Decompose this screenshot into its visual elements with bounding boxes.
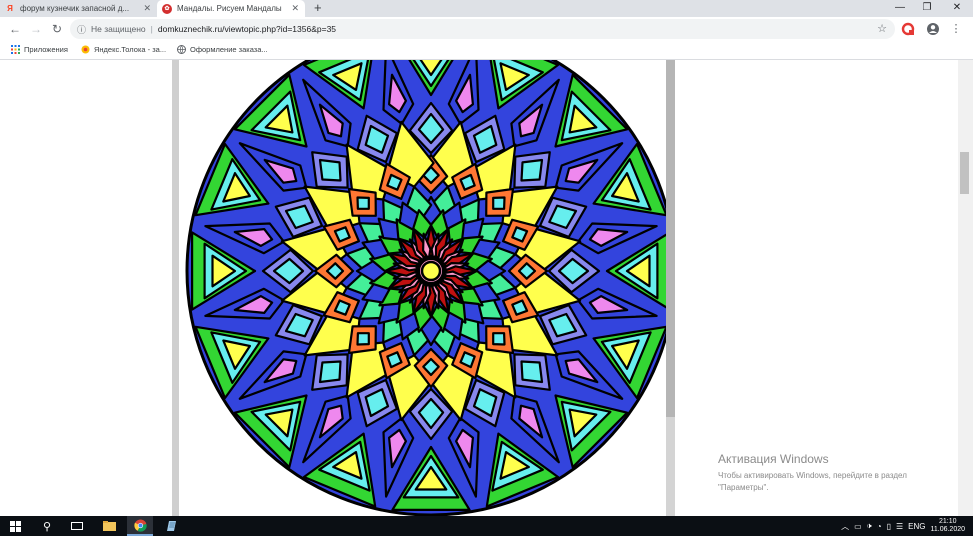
apps-icon: [11, 45, 20, 54]
orange-diamond-core: [356, 332, 370, 346]
cyan-square: [520, 158, 544, 182]
app-icon[interactable]: [159, 516, 185, 536]
center-dot: [420, 260, 442, 282]
windows-activation-watermark: Активация Windows Чтобы активировать Win…: [718, 452, 907, 494]
chevron-up-icon[interactable]: ︿: [841, 521, 849, 532]
content-border-left: [172, 60, 179, 516]
activation-line-1: Чтобы активировать Windows, перейдите в …: [718, 471, 907, 480]
url-text[interactable]: domkuznechik.ru/viewtopic.php?id=1356&p=…: [158, 24, 336, 34]
notification-icon[interactable]: ☰: [896, 522, 903, 531]
bookmark-label: Приложения: [24, 45, 68, 54]
tab-mandala[interactable]: ✿ Мандалы. Рисуем Мандалы ✕: [157, 0, 305, 17]
volume-icon[interactable]: 🕩: [867, 521, 872, 531]
page-scrollbar[interactable]: [958, 60, 973, 516]
toloka-icon: [81, 45, 90, 54]
clock[interactable]: 21:10 11.06.2020: [930, 518, 965, 534]
network-icon[interactable]: ▭: [854, 522, 862, 531]
security-label: Не защищено: [91, 24, 146, 34]
cyan-square: [520, 360, 544, 384]
address-bar[interactable]: ⓘ Не защищено | domkuznechik.ru/viewtopi…: [70, 19, 895, 39]
new-tab-button[interactable]: +: [314, 0, 322, 17]
orange-diamond-core: [356, 196, 370, 210]
content-border-right: [666, 60, 675, 516]
content-scroll-thumb: [666, 60, 675, 417]
orange-diamond-core: [492, 196, 506, 210]
orange-diamond-core: [492, 332, 506, 346]
bookmark-apps[interactable]: Приложения: [11, 45, 68, 54]
file-explorer-icon[interactable]: [96, 516, 122, 536]
minimize-button[interactable]: —: [885, 0, 915, 17]
globe-icon: [177, 45, 186, 54]
activation-line-2: "Параметры".: [718, 483, 769, 492]
star-icon[interactable]: ☆: [877, 22, 887, 35]
tab-strip: Я форум кузнечик запасной д... ✕ ✿ Манда…: [0, 0, 973, 17]
site-icon: ✿: [162, 3, 172, 14]
page-content: Активация Windows Чтобы активировать Win…: [0, 60, 973, 516]
mandala-drawing: [185, 60, 666, 516]
clock-time: 21:10: [938, 518, 957, 525]
info-icon[interactable]: ⓘ: [77, 23, 86, 36]
bookmarks-bar: Приложения Яндекс.Толока - за... Оформле…: [0, 42, 973, 60]
tab-forum[interactable]: Я форум кузнечик запасной д... ✕: [0, 0, 157, 17]
forward-button[interactable]: →: [28, 21, 44, 37]
maximize-button[interactable]: ❐: [912, 0, 942, 17]
reload-button[interactable]: ↻: [49, 21, 65, 37]
tab-title: форум кузнечик запасной д...: [20, 4, 130, 13]
bookmark-toloka[interactable]: Яндекс.Толока - за...: [81, 45, 166, 54]
profile-icon[interactable]: [926, 22, 940, 36]
windows-start-icon[interactable]: [2, 516, 28, 536]
cyan-square: [318, 158, 342, 182]
scrollbar-thumb[interactable]: [960, 152, 969, 194]
close-icon[interactable]: ✕: [143, 3, 151, 14]
wifi-icon[interactable]: ◔: [877, 522, 882, 531]
search-icon[interactable]: ⚲: [34, 516, 60, 536]
taskbar: ⚲ ︿ ▭ 🕩 ◔ ▯ ☰ ENG 21:10 11.06.2020: [0, 516, 973, 536]
back-button[interactable]: ←: [7, 21, 23, 37]
yandex-icon: Я: [7, 4, 13, 13]
close-icon[interactable]: ✕: [291, 3, 299, 14]
clock-date: 11.06.2020: [930, 526, 965, 533]
browser-toolbar: ← → ↻ ⓘ Не защищено | domkuznechik.ru/vi…: [0, 17, 973, 42]
bookmark-label: Яндекс.Толока - за...: [94, 45, 167, 54]
mandala-image: [179, 60, 666, 516]
extension-icon[interactable]: [901, 22, 915, 36]
bookmark-order[interactable]: Оформление заказа...: [177, 45, 268, 54]
activation-title: Активация Windows: [718, 452, 829, 466]
tab-title: Мандалы. Рисуем Мандалы: [177, 4, 282, 13]
cyan-square: [318, 360, 342, 384]
language-indicator[interactable]: ENG: [908, 522, 925, 531]
task-view-icon[interactable]: [64, 516, 90, 536]
separator: |: [150, 24, 153, 34]
menu-icon[interactable]: ⋮: [949, 22, 963, 36]
bookmark-label: Оформление заказа...: [190, 45, 268, 54]
close-window-button[interactable]: ✕: [942, 0, 972, 17]
battery-icon[interactable]: ▯: [887, 522, 891, 531]
system-tray: ︿ ▭ 🕩 ◔ ▯ ☰ ENG 21:10 11.06.2020: [841, 516, 973, 536]
chrome-icon[interactable]: [127, 516, 153, 536]
